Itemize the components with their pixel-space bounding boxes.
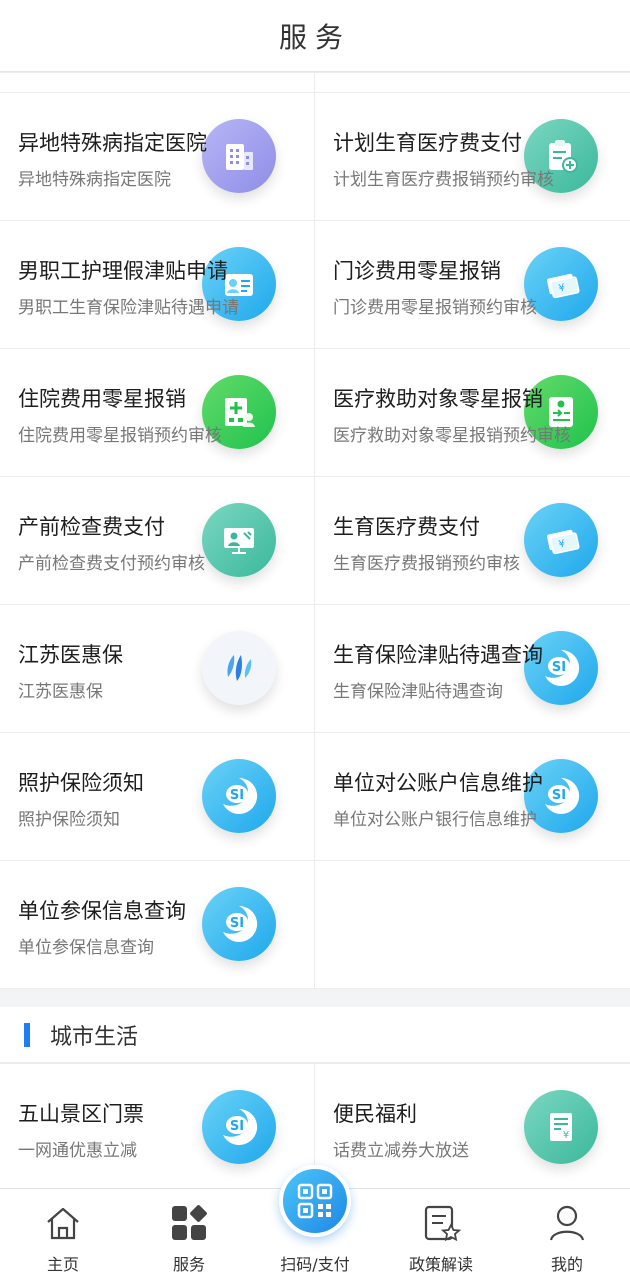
service-subtitle: 医疗救助对象零星报销预约审核 [333,426,571,446]
service-subtitle: 生育医疗费报销预约审核 [333,554,520,574]
service-subtitle: 单位参保信息查询 [18,938,154,958]
service-tile[interactable]: SI 生育保险津贴待遇查询 生育保险津贴待遇查询 [315,605,630,732]
hospital-building-icon [202,119,276,193]
bottom-nav: 主页 服务 扫码/支付 政策解读 我的 [0,1165,630,1280]
service-tile[interactable]: ¥ 便民福利话费立减券大放送 [315,1064,630,1188]
service-row: SI 单位参保信息查询 单位参保信息查询 [0,861,630,989]
service-title: 江苏医惠保 [18,643,123,667]
nav-policy[interactable]: 政策解读 [391,1203,491,1275]
service-title: 异地特殊病指定医院 [18,131,207,155]
city-section-title: 城市生活 [50,1024,139,1050]
si-logo-icon: SI [202,887,276,961]
service-title: 医疗救助对象零星报销 [333,387,543,411]
service-tile[interactable]: ¥ 生育医疗费支付生育医疗费报销预约审核 [315,477,630,604]
nav-home-label: 主页 [46,1255,79,1274]
service-row: 男职工护理假津贴申请 男职工生育保险津贴待遇申请 ¥ 门诊费用零星报销 门诊费用零星报销… [0,221,630,349]
service-title: 门诊费用零星报销 [333,259,501,283]
page-title: 服务 [278,20,351,54]
svg-text:SI: SI [552,788,566,803]
service-subtitle: 门诊费用零星报销预约审核 [333,298,537,318]
service-tile[interactable]: 产前检查费支付产前检查费支付预约审核 [0,477,315,604]
banknote-icon: ¥ [524,503,598,577]
nav-home[interactable]: 主页 [13,1203,113,1275]
city-section-header: 城市生活 [0,1007,630,1063]
si-logo-icon: SI [202,1090,276,1164]
service-title: 照护保险须知 [18,771,144,795]
service-subtitle: 异地特殊病指定医院 [18,170,171,190]
policy-document-icon [391,1203,491,1243]
scan-pay-label: 扫码/支付 [280,1255,350,1274]
service-title: 生育保险津贴待遇查询 [333,643,543,667]
grid-apps-icon [139,1203,239,1243]
service-tile[interactable]: SI 五山景区门票一网通优惠立减 [0,1064,315,1188]
service-tile[interactable]: SI 单位参保信息查询 单位参保信息查询 [0,861,315,988]
service-tile[interactable]: 异地特殊病指定医院 异地特殊病指定医院 [0,93,315,220]
service-subtitle: 一网通优惠立减 [18,1141,137,1161]
service-subtitle: 男职工生育保险津贴待遇申请 [18,298,239,318]
service-subtitle: 计划生育医疗费报销预约审核 [333,170,554,190]
service-subtitle: 江苏医惠保 [18,682,103,702]
nav-services[interactable]: 服务 [139,1203,239,1275]
leaf-logo-icon [202,631,276,705]
scan-pay-button[interactable] [279,1165,351,1237]
service-tile[interactable]: ¥ 门诊费用零星报销 门诊费用零星报销预约审核 [315,221,630,348]
svg-text:SI: SI [230,788,244,803]
service-subtitle: 话费立减券大放送 [333,1141,469,1161]
grid-top-strip [0,73,630,93]
service-tile[interactable]: SI 照护保险须知 照护保险须知 [0,733,315,860]
service-tile[interactable]: 男职工护理假津贴申请男职工生育保险津贴待遇申请 [0,221,315,348]
service-tile[interactable]: 医疗救助对象零星报销医疗救助对象零星报销预约审核 [315,349,630,476]
svg-text:SI: SI [230,916,244,931]
service-tile[interactable]: 住院费用零星报销住院费用零星报销预约审核 [0,349,315,476]
top-header: 服务 [0,0,630,72]
svg-text:¥: ¥ [563,1130,569,1141]
service-title: 生育医疗费支付 [333,515,480,539]
monitor-person-icon [202,503,276,577]
nav-mine[interactable]: 我的 [517,1203,617,1275]
service-title: 产前检查费支付 [18,515,165,539]
service-row: 产前检查费支付产前检查费支付预约审核 ¥ 生育医疗费支付生育医疗费报销预约审核 [0,477,630,605]
empty-cell [315,861,630,988]
svg-text:SI: SI [552,660,566,675]
section-gap [0,989,630,1007]
service-title: 单位参保信息查询 [18,899,186,923]
home-icon [13,1203,113,1243]
service-row: SI 照护保险须知 照护保险须知 SI 单位对公账户信息维护 单位对公账户银行信息维护 [0,733,630,861]
qr-code-icon [297,1183,333,1219]
service-title: 便民福利 [333,1102,417,1126]
service-tile[interactable]: 计划生育医疗费支付计划生育医疗费报销预约审核 [315,93,630,220]
service-title: 男职工护理假津贴申请 [18,259,228,283]
service-row: 江苏医惠保 江苏医惠保 SI 生育保险津贴待遇查询 生育保险津贴待遇查询 [0,605,630,733]
section-accent-bar [24,1022,30,1047]
service-content[interactable]: 异地特殊病指定医院 异地特殊病指定医院 计划生育医疗费支付 计划生育医疗费报销预约审核… [0,72,630,1188]
service-title: 计划生育医疗费支付 [333,131,522,155]
receipt-icon: ¥ [524,1090,598,1164]
service-row: 住院费用零星报销 住院费用零星报销预约审核 医疗救助对象零星报销 医疗救助对象零星报销… [0,349,630,477]
service-row: 异地特殊病指定医院 异地特殊病指定医院 计划生育医疗费支付 计划生育医疗费报销预约审核 [0,93,630,221]
service-subtitle: 住院费用零星报销预约审核 [18,426,222,446]
service-grid: 异地特殊病指定医院 异地特殊病指定医院 计划生育医疗费支付 计划生育医疗费报销预约审核… [0,72,630,989]
nav-policy-label: 政策解读 [408,1255,473,1274]
service-title: 单位对公账户信息维护 [333,771,543,795]
service-subtitle: 产前检查费支付预约审核 [18,554,205,574]
service-tile[interactable]: 江苏医惠保 江苏医惠保 [0,605,315,732]
nav-services-label: 服务 [172,1255,205,1274]
service-title: 住院费用零星报销 [18,387,186,411]
service-subtitle: 生育保险津贴待遇查询 [333,682,503,702]
service-title: 五山景区门票 [18,1102,144,1126]
service-subtitle: 单位对公账户银行信息维护 [333,810,537,830]
si-logo-icon: SI [202,759,276,833]
service-tile[interactable]: SI 单位对公账户信息维护单位对公账户银行信息维护 [315,733,630,860]
service-subtitle: 照护保险须知 [18,810,120,830]
svg-text:SI: SI [230,1119,244,1134]
nav-mine-label: 我的 [550,1255,583,1274]
user-icon [517,1203,617,1243]
